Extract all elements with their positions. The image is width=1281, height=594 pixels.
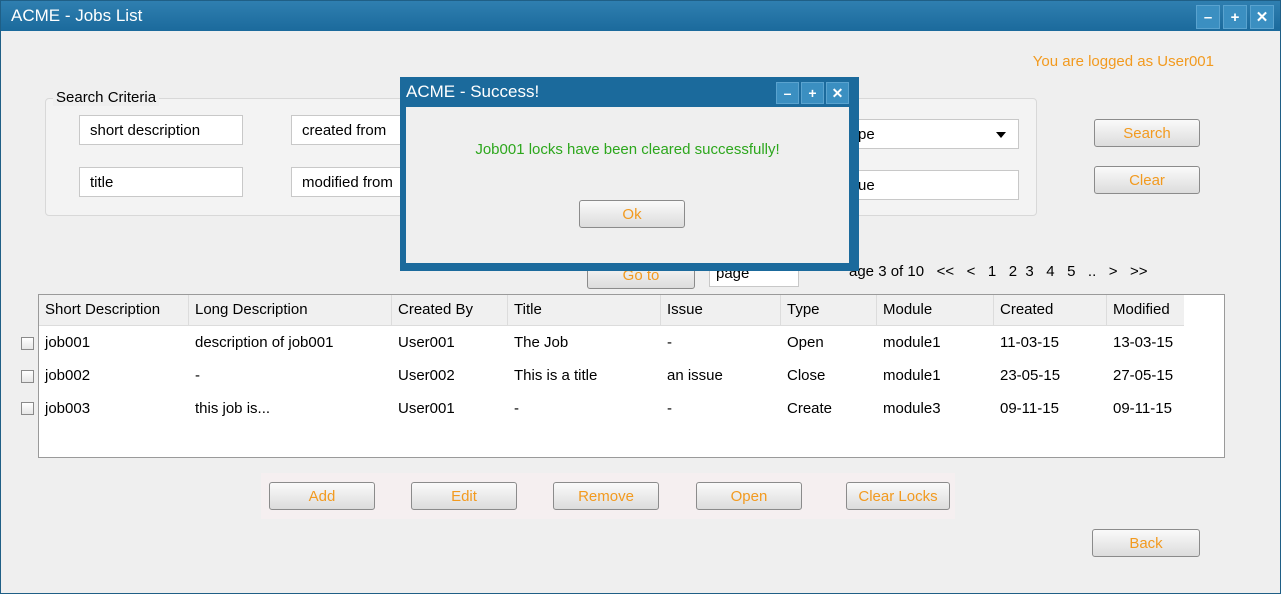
search-button[interactable]: Search [1094,119,1200,147]
cell-short-description: job003 [45,400,91,417]
table-row[interactable]: job003 this job is... User001 - - Create… [39,393,1184,424]
chevron-down-icon [996,132,1006,138]
add-button[interactable]: Add [269,482,375,510]
ok-button[interactable]: Ok [579,200,685,228]
window-title: ACME - Jobs List [11,6,143,25]
cell-created-by: User001 [398,400,455,417]
cell-issue: an issue [667,367,723,384]
page-label: age 3 of 10 [849,263,925,280]
cell-type: Create [787,400,833,417]
edit-button[interactable]: Edit [411,482,517,510]
table-row[interactable]: job001 description of job001 User001 The… [39,327,1184,358]
table-header: Short Description Long Description Creat… [39,295,1184,326]
cell-title: The Job [514,334,569,351]
type-select[interactable]: pe [847,119,1019,149]
clear-locks-button[interactable]: Clear Locks [846,482,950,510]
dialog-title: ACME - Success! [406,82,540,101]
maximize-icon[interactable]: + [1223,5,1247,29]
short-description-field[interactable]: short description [79,115,243,145]
cell-module: module1 [883,334,941,351]
search-criteria-legend: Search Criteria [53,89,160,106]
title-field[interactable]: title [79,167,243,197]
column-header[interactable]: Created [994,295,1107,325]
column-header[interactable]: Title [508,295,661,325]
open-button[interactable]: Open [696,482,802,510]
close-icon[interactable]: ✕ [826,82,849,104]
row-checkbox[interactable] [21,337,34,350]
issue-field[interactable]: ue [847,170,1019,200]
cell-long-description: this job is... [195,400,271,417]
cell-created: 09-11-15 [1000,400,1059,417]
cell-type: Close [787,367,826,384]
cell-long-description: description of job001 [195,334,334,351]
cell-modified: 09-11-15 [1113,400,1172,417]
cell-issue: - [667,334,672,351]
dialog-message: Job001 locks have been cleared successfu… [475,141,780,158]
cell-short-description: job002 [45,367,91,384]
cell-created-by: User001 [398,334,455,351]
cell-modified: 27-05-15 [1113,367,1174,384]
cell-module: module3 [883,400,941,417]
pagination-controls[interactable]: age 3 of 10 << < 1 2 3 4 5 .. > >> [849,263,1148,280]
column-header[interactable]: Long Description [189,295,392,325]
minimize-icon[interactable]: – [776,82,799,104]
created-from-field[interactable]: created from [291,115,411,145]
table-row[interactable]: job002 - User002 This is a title an issu… [39,360,1184,391]
page-links[interactable]: << < 1 2 3 4 5 .. > >> [937,263,1148,280]
column-header[interactable]: Modified [1107,295,1184,325]
row-checkbox[interactable] [21,402,34,415]
cell-long-description: - [195,367,200,384]
logged-user-status: You are logged as User001 [1032,53,1214,70]
column-header[interactable]: Created By [392,295,508,325]
remove-button[interactable]: Remove [553,482,659,510]
cell-type: Open [787,334,824,351]
close-icon[interactable]: ✕ [1250,5,1274,29]
column-header[interactable]: Module [877,295,994,325]
cell-modified: 13-03-15 [1113,334,1174,351]
modified-from-field[interactable]: modified from [291,167,411,197]
cell-created: 11-03-15 [1000,334,1059,351]
type-select-value: pe [858,126,875,143]
cell-short-description: job001 [45,334,91,351]
column-header[interactable]: Short Description [39,295,189,325]
cell-created: 23-05-15 [1000,367,1061,384]
cell-title: This is a title [514,367,598,384]
window-titlebar[interactable]: ACME - Jobs List – + ✕ [1,1,1280,31]
column-header[interactable]: Type [781,295,877,325]
minimize-icon[interactable]: – [1196,5,1220,29]
clear-button[interactable]: Clear [1094,166,1200,194]
cell-issue: - [667,400,672,417]
jobs-table: Short Description Long Description Creat… [38,294,1225,458]
column-header[interactable]: Issue [661,295,781,325]
success-dialog: ACME - Success! – + ✕ Job001 locks have … [400,77,859,271]
cell-title: - [514,400,519,417]
back-button[interactable]: Back [1092,529,1200,557]
cell-module: module1 [883,367,941,384]
cell-created-by: User002 [398,367,455,384]
maximize-icon[interactable]: + [801,82,824,104]
row-checkbox[interactable] [21,370,34,383]
dialog-body: Job001 locks have been cleared successfu… [406,107,849,263]
